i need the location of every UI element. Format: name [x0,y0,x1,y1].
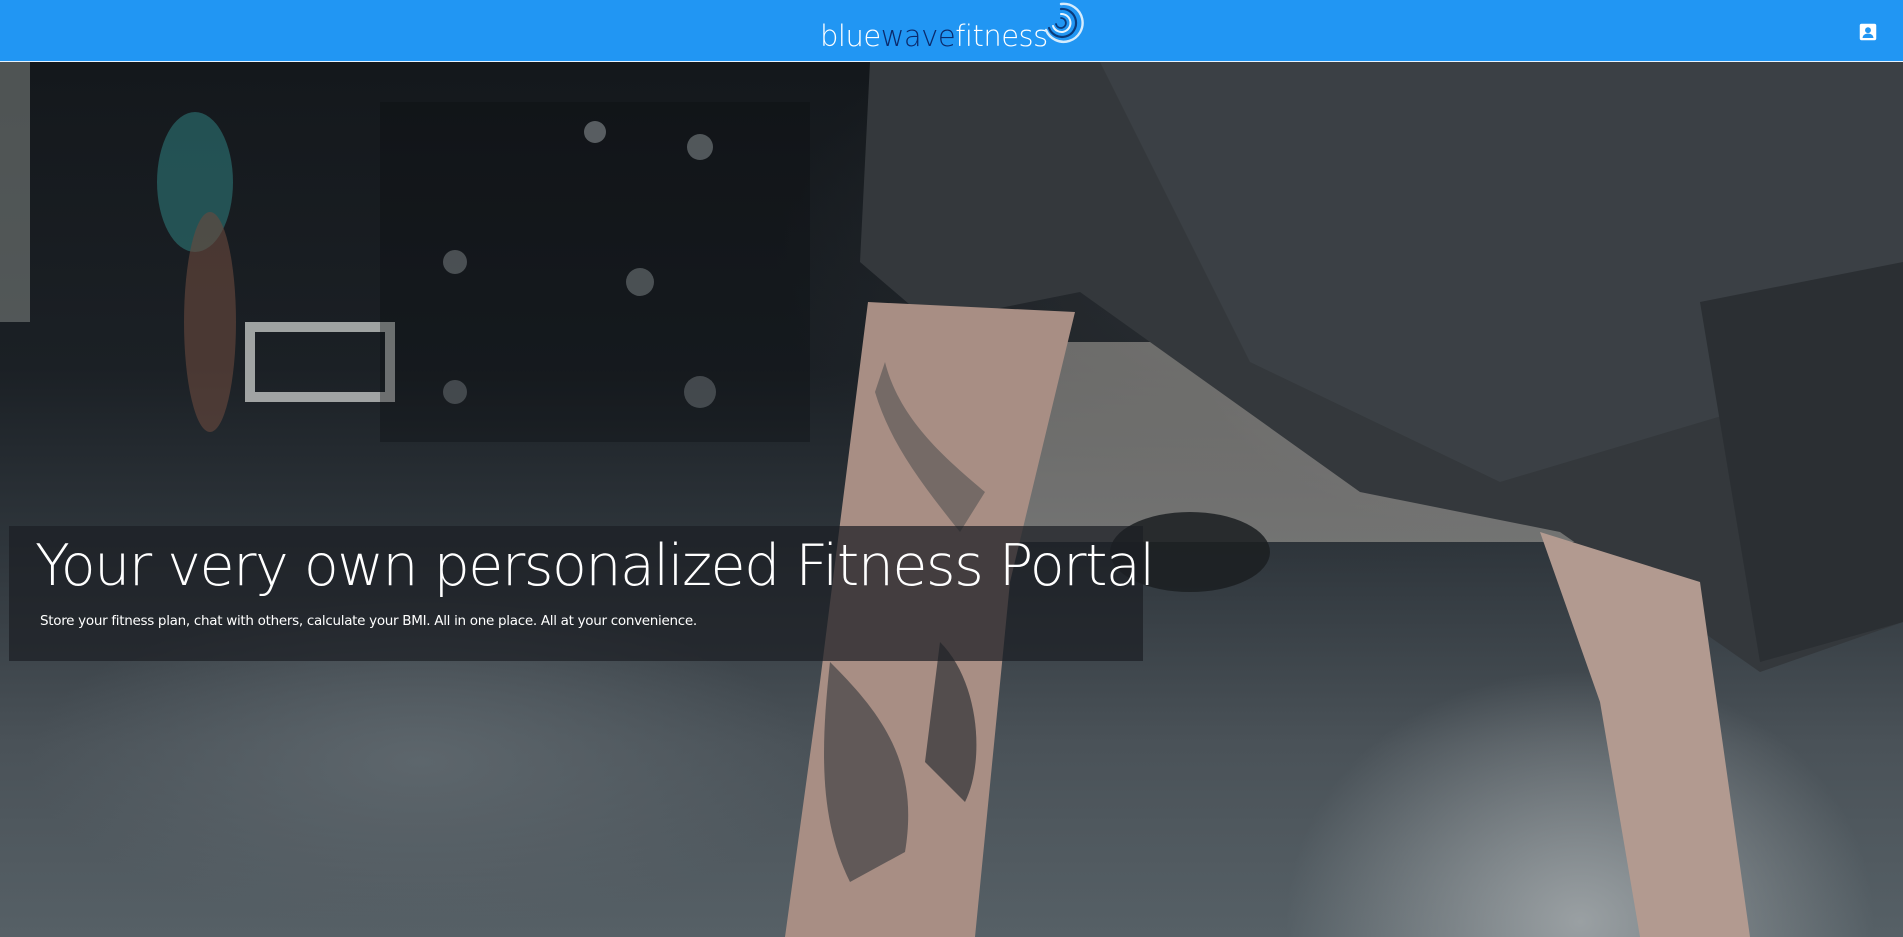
account-box-icon[interactable] [1857,21,1879,43]
brand-wordmark[interactable]: blue wave fitness [820,15,1048,51]
wave-swirl-logo-icon [1044,2,1084,43]
brand-word-blue: blue [820,19,881,53]
brand-word-wave: wave [880,19,956,53]
hero-caption-panel: Your very own personalized Fitness Porta… [9,526,1155,661]
gym-workout-photo [0,62,1903,937]
top-navbar: blue wave fitness [0,0,1903,62]
hero-subtitle: Store your fitness plan, chat with other… [40,613,697,629]
brand-word-fitness: fitness [955,19,1048,53]
hero-title: Your very own personalized Fitness Porta… [35,533,1155,599]
hero-section: Your very own personalized Fitness Porta… [0,62,1903,937]
